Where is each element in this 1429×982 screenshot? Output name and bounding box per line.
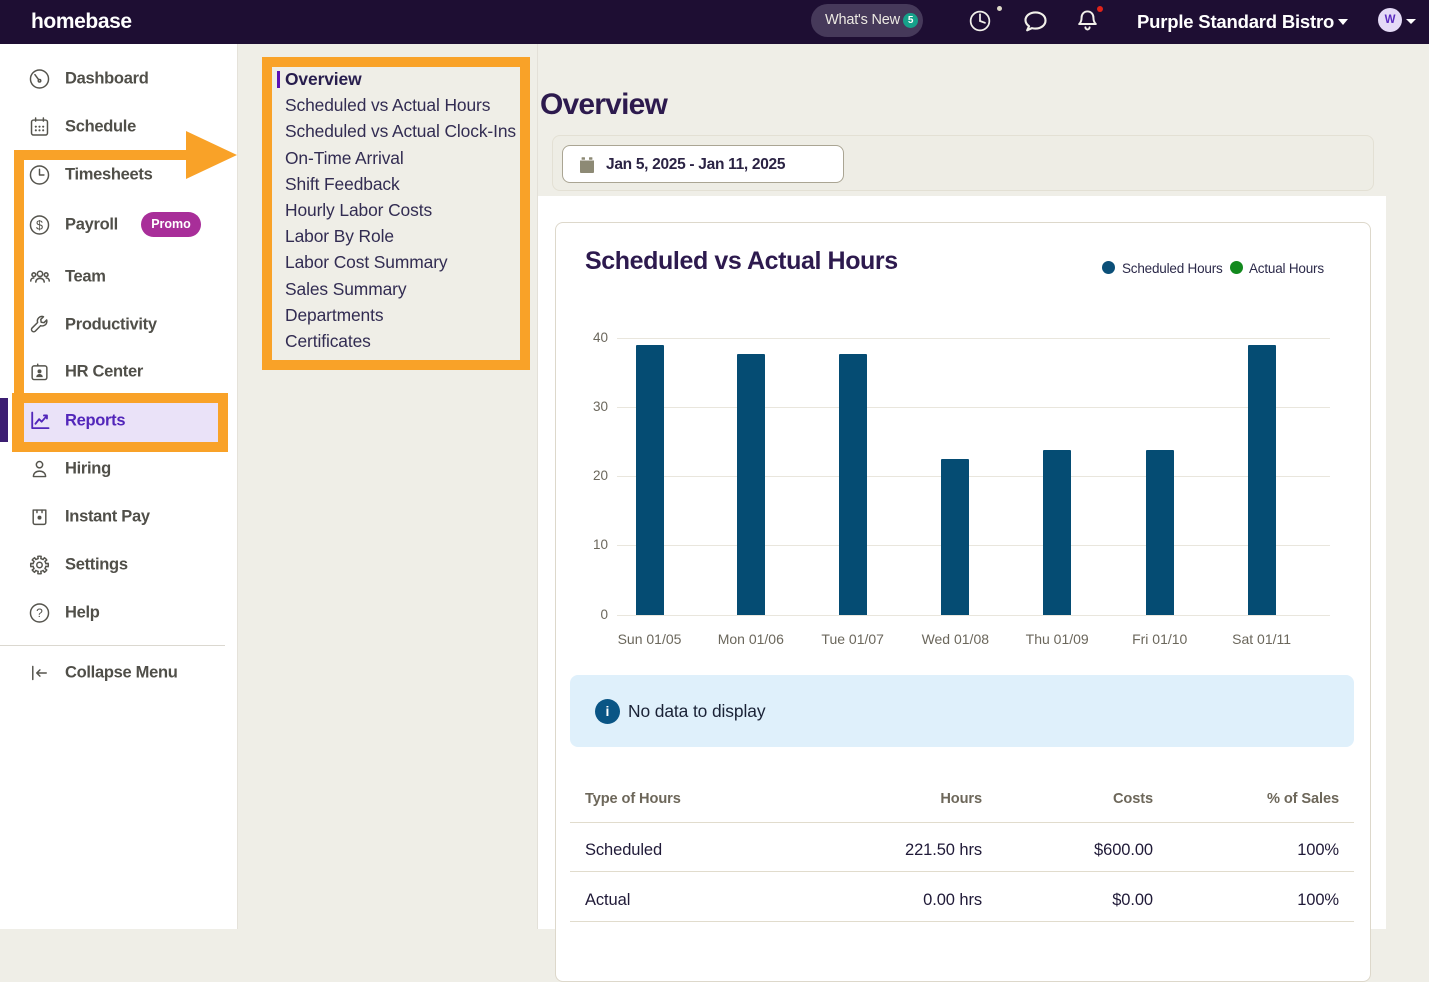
svg-text:$: $ xyxy=(36,218,43,232)
svg-text:?: ? xyxy=(36,606,43,620)
